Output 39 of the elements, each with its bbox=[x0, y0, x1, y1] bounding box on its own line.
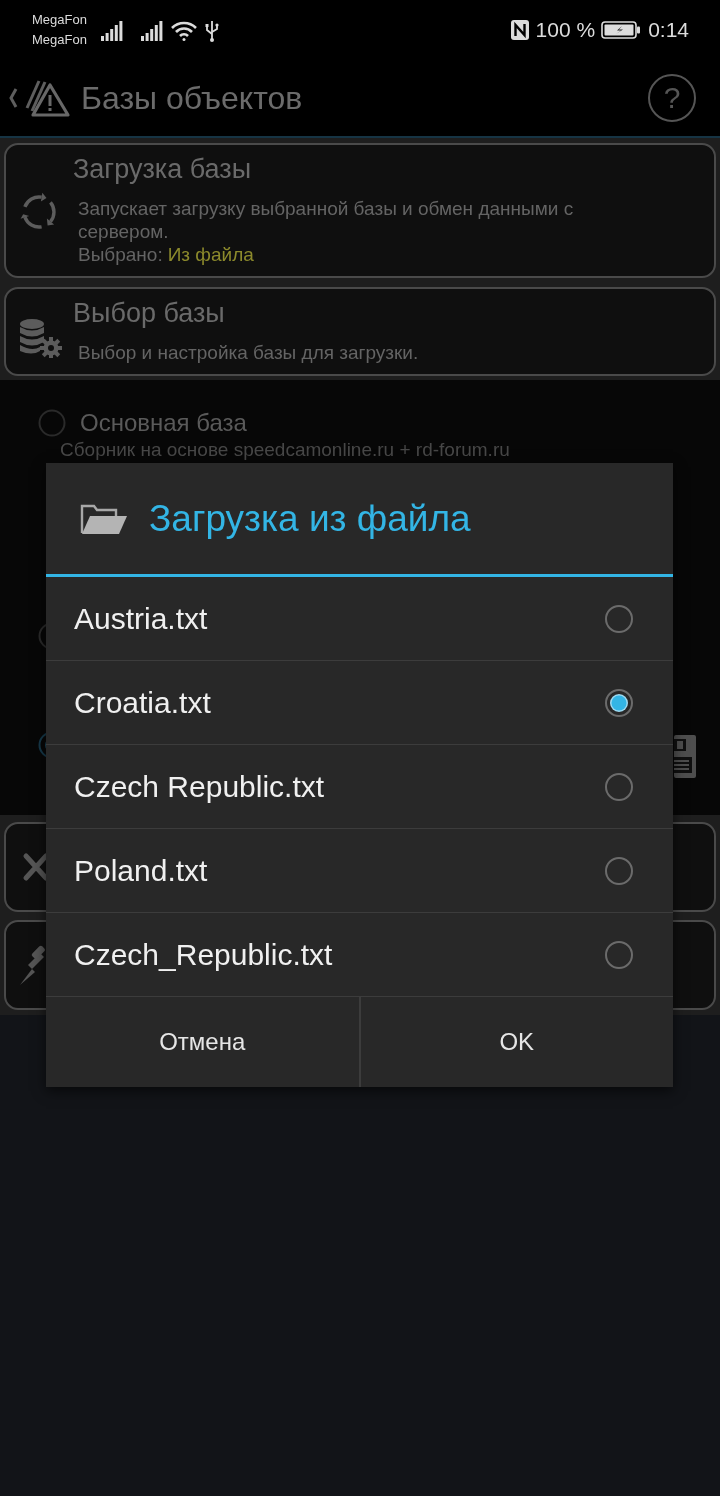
battery-percent: 100 % bbox=[535, 18, 596, 42]
signal-icon bbox=[140, 21, 163, 41]
warning-triangles-icon bbox=[25, 78, 71, 118]
file-name[interactable]: Czech_Republic.txt bbox=[74, 936, 333, 973]
card-description: Выбор и настройка базы для загрузки. bbox=[78, 341, 420, 364]
radio-button[interactable] bbox=[604, 939, 634, 970]
database-gear-icon bbox=[18, 317, 62, 358]
file-name[interactable]: Poland.txt bbox=[74, 852, 208, 889]
carrier-name: MegaFon bbox=[32, 31, 87, 49]
folder-icon bbox=[80, 502, 128, 535]
cancel-button[interactable]: Отмена bbox=[46, 997, 359, 1087]
radio-button[interactable] bbox=[604, 855, 634, 886]
dialog-title: Загрузка из файла bbox=[149, 496, 471, 541]
download-base-card[interactable]: Загрузка базы Запускает загрузку выбранной базы и обмен данными с сервером. Выбрано: Из файла bbox=[4, 143, 716, 278]
file-name[interactable]: Czech Republic.txt bbox=[74, 768, 325, 805]
wifi-icon bbox=[170, 21, 197, 41]
usb-icon bbox=[204, 20, 219, 42]
selected-source: Из файла bbox=[167, 243, 254, 266]
clock-time: 0:14 bbox=[648, 18, 689, 42]
file-name[interactable]: Austria.txt bbox=[74, 600, 208, 637]
option-description: Сборник на основе speedcamonline.ru + rd-forum.ru bbox=[60, 439, 511, 461]
battery-charging-icon bbox=[601, 21, 642, 39]
radio-button[interactable] bbox=[604, 603, 634, 634]
radio-button[interactable] bbox=[38, 409, 66, 437]
card-description: Запускает загрузку выбранной базы и обмен данными с сервером. bbox=[78, 197, 575, 243]
card-title: Выбор базы bbox=[73, 297, 226, 329]
option-label: Основная база bbox=[80, 409, 247, 437]
radio-button[interactable] bbox=[604, 771, 634, 802]
nfc-icon bbox=[510, 20, 529, 40]
ok-button[interactable]: OK bbox=[358, 997, 673, 1087]
card-title: Загрузка базы bbox=[73, 153, 253, 185]
file-name[interactable]: Croatia.txt bbox=[74, 684, 211, 721]
selected-label: Выбрано: bbox=[78, 243, 163, 266]
back-chevron-icon[interactable] bbox=[8, 87, 18, 109]
radio-button[interactable] bbox=[604, 687, 634, 718]
screen-title: Базы объектов bbox=[81, 79, 303, 117]
carrier-name: MegaFon bbox=[32, 11, 87, 29]
choose-base-card[interactable]: Выбор базы Выбор и настройка базы для загрузки. bbox=[4, 287, 716, 376]
signal-icon bbox=[100, 21, 123, 41]
